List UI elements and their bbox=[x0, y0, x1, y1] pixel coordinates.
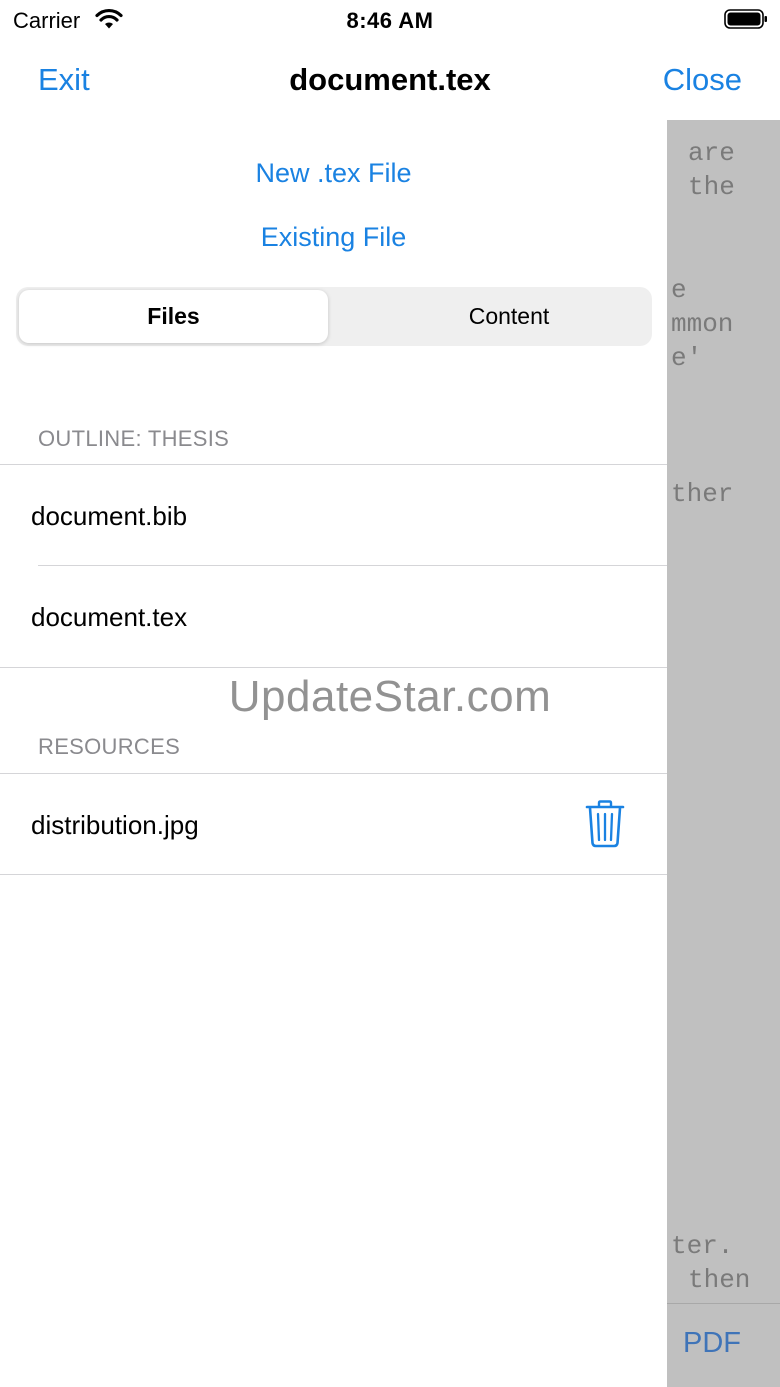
list-item-distribution-jpg[interactable]: distribution.jpg bbox=[31, 810, 199, 841]
divider bbox=[0, 773, 667, 774]
editor-line: e' bbox=[671, 343, 703, 373]
editor-line: ter. bbox=[671, 1231, 734, 1261]
editor-line: the bbox=[688, 172, 735, 202]
divider bbox=[0, 874, 667, 875]
editor-line: then bbox=[688, 1265, 751, 1295]
battery-icon bbox=[724, 9, 767, 29]
list-item-document-bib[interactable]: document.bib bbox=[31, 501, 187, 532]
navigation-bar: Exit document.tex Close bbox=[0, 40, 780, 120]
segmented-control: Files Content bbox=[16, 287, 652, 346]
section-header-outline: OUTLINE: THESIS bbox=[38, 426, 230, 451]
editor-line: ther bbox=[671, 479, 734, 509]
divider bbox=[0, 667, 667, 668]
section-header-resources: RESOURCES bbox=[38, 734, 181, 759]
editor-line: are bbox=[688, 138, 735, 168]
files-panel: New .tex File Existing File Files Conten… bbox=[0, 120, 667, 1387]
new-tex-file-button[interactable]: New .tex File bbox=[0, 158, 667, 189]
close-button[interactable]: Close bbox=[663, 62, 742, 98]
editor-line: e bbox=[671, 275, 687, 305]
segment-files[interactable]: Files bbox=[19, 290, 328, 343]
watermark: UpdateStar.com bbox=[228, 672, 552, 721]
divider bbox=[0, 464, 667, 465]
screen: Carrier 8:46 AM Exit document.tex Close … bbox=[0, 0, 780, 1387]
editor-background: are the e mmon e' ther ter. then PDF bbox=[667, 120, 780, 1387]
editor-line: mmon bbox=[671, 309, 734, 339]
editor-toolbar-divider bbox=[667, 1303, 780, 1304]
existing-file-button[interactable]: Existing File bbox=[0, 222, 667, 253]
pdf-button[interactable]: PDF bbox=[683, 1327, 741, 1360]
clock: 8:46 AM bbox=[346, 8, 434, 33]
segment-content[interactable]: Content bbox=[350, 287, 668, 346]
list-item-document-tex[interactable]: document.tex bbox=[31, 602, 187, 633]
trash-icon[interactable] bbox=[585, 800, 625, 848]
divider bbox=[38, 565, 667, 566]
status-bar: Carrier 8:46 AM bbox=[0, 0, 780, 40]
